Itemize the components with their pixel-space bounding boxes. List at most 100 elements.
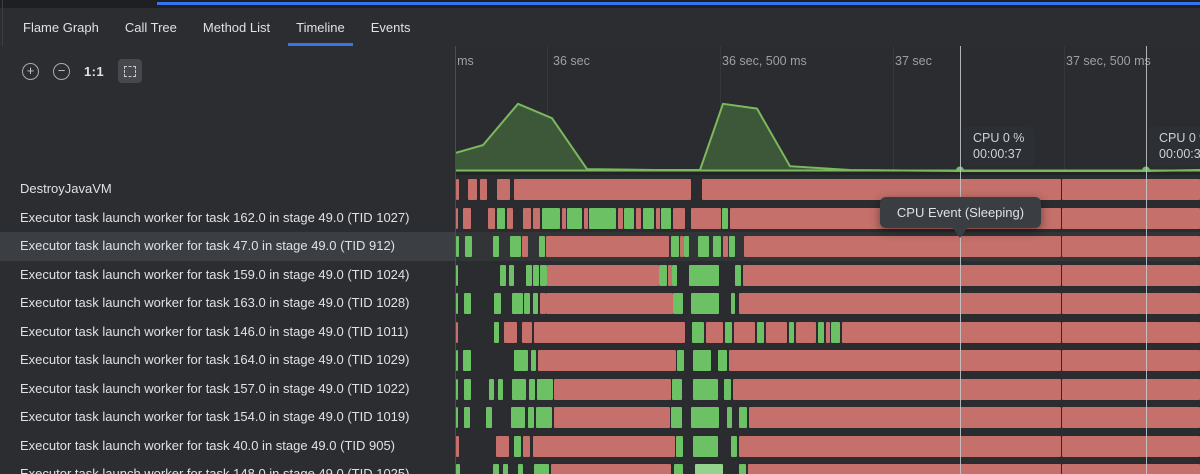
event-segment[interactable] <box>693 350 711 371</box>
event-segment[interactable] <box>514 179 691 200</box>
event-segment[interactable] <box>723 236 728 257</box>
event-segment[interactable] <box>818 322 824 343</box>
timeline-panel[interactable]: CPU Event (Sleeping) 35 sec, 500 ms36 se… <box>456 46 1200 474</box>
event-segment[interactable] <box>533 208 540 229</box>
event-segment[interactable] <box>497 208 505 229</box>
event-segment[interactable] <box>496 436 509 457</box>
event-segment[interactable] <box>540 265 547 286</box>
event-segment[interactable] <box>534 464 549 474</box>
zoom-in-button[interactable]: + <box>22 63 39 80</box>
event-segment[interactable] <box>706 322 723 343</box>
event-segment[interactable] <box>463 350 471 371</box>
event-segment[interactable] <box>456 436 459 457</box>
event-segment[interactable] <box>676 436 683 457</box>
event-segment[interactable] <box>489 379 494 400</box>
event-segment[interactable] <box>691 293 719 314</box>
thread-row-label[interactable]: Executor task launch worker for task 157… <box>0 375 455 404</box>
event-segment[interactable] <box>618 208 623 229</box>
event-segment[interactable] <box>522 322 532 343</box>
thread-row-label[interactable]: Executor task launch worker for task 159… <box>0 261 455 290</box>
event-segment[interactable] <box>743 265 1061 286</box>
event-segment[interactable] <box>589 208 616 229</box>
fit-to-window-button[interactable] <box>118 59 142 83</box>
thread-row-label[interactable]: Executor task launch worker for task 162… <box>0 204 455 233</box>
event-segment[interactable] <box>691 407 719 428</box>
event-segment[interactable] <box>562 208 566 229</box>
event-segment[interactable] <box>826 322 830 343</box>
event-segment[interactable] <box>659 265 667 286</box>
tab-call-tree[interactable]: Call Tree <box>112 8 190 46</box>
event-segment[interactable] <box>831 322 840 343</box>
event-segment[interactable] <box>488 208 495 229</box>
event-segment[interactable] <box>789 322 794 343</box>
tab-events[interactable]: Events <box>358 8 424 46</box>
event-segment[interactable] <box>757 322 764 343</box>
event-segment[interactable] <box>509 265 514 286</box>
event-segment[interactable] <box>536 407 552 428</box>
event-segment[interactable] <box>692 322 704 343</box>
event-segment[interactable] <box>1062 322 1200 343</box>
event-segment[interactable] <box>689 265 719 286</box>
event-segment[interactable] <box>546 236 669 257</box>
event-segment[interactable] <box>554 379 671 400</box>
event-segment[interactable] <box>522 236 528 257</box>
event-segment[interactable] <box>672 265 677 286</box>
event-segment[interactable] <box>1062 436 1200 457</box>
event-segment[interactable] <box>1062 293 1200 314</box>
event-segment[interactable] <box>674 464 683 474</box>
event-segment[interactable] <box>1062 407 1200 428</box>
thread-row-label[interactable]: Executor task launch worker for task 154… <box>0 403 455 432</box>
event-segment[interactable] <box>539 236 545 257</box>
event-segment[interactable] <box>465 236 472 257</box>
event-segment[interactable] <box>677 350 684 371</box>
event-segment[interactable] <box>523 436 530 457</box>
thread-row-label[interactable]: Executor task launch worker for task 163… <box>0 289 455 318</box>
event-segment[interactable] <box>673 293 683 314</box>
event-segment[interactable] <box>739 436 1061 457</box>
event-segment[interactable] <box>734 322 755 343</box>
event-segment[interactable] <box>533 293 538 314</box>
event-segment[interactable] <box>1062 379 1200 400</box>
event-segment[interactable] <box>796 322 816 343</box>
event-segment[interactable] <box>567 208 582 229</box>
event-segment[interactable] <box>498 379 503 400</box>
event-segment[interactable] <box>486 407 492 428</box>
event-segment[interactable] <box>731 293 735 314</box>
event-segment[interactable] <box>528 407 534 428</box>
event-segment[interactable] <box>514 350 528 371</box>
event-segment[interactable] <box>464 379 471 400</box>
event-segment[interactable] <box>656 208 660 229</box>
thread-row-label[interactable]: Executor task launch worker for task 164… <box>0 346 455 375</box>
event-segment[interactable] <box>542 208 560 229</box>
event-segment[interactable] <box>766 322 787 343</box>
event-segment[interactable] <box>529 379 535 400</box>
event-segment[interactable] <box>636 208 641 229</box>
event-segment[interactable] <box>693 379 718 400</box>
event-segment[interactable] <box>518 464 523 474</box>
event-segment[interactable] <box>1062 464 1200 474</box>
event-segment[interactable] <box>624 208 634 229</box>
event-segment[interactable] <box>507 208 513 229</box>
event-segment[interactable] <box>546 293 673 314</box>
event-segment[interactable] <box>468 179 477 200</box>
event-segment[interactable] <box>584 208 588 229</box>
event-segment[interactable] <box>493 464 499 474</box>
event-segment[interactable] <box>698 236 709 257</box>
event-segment[interactable] <box>456 208 458 229</box>
event-segment[interactable] <box>456 293 458 314</box>
event-segment[interactable] <box>463 208 471 229</box>
thread-row-label[interactable]: Executor task launch worker for task 40.… <box>0 432 455 461</box>
event-segment[interactable] <box>494 322 499 343</box>
tab-timeline[interactable]: Timeline <box>283 8 358 46</box>
tab-method-list[interactable]: Method List <box>190 8 283 46</box>
event-segment[interactable] <box>511 407 525 428</box>
zoom-ratio-button[interactable]: 1:1 <box>84 64 104 79</box>
event-segment[interactable] <box>456 265 458 286</box>
event-segment[interactable] <box>547 265 659 286</box>
event-segment[interactable] <box>671 236 679 257</box>
event-segment[interactable] <box>842 322 1061 343</box>
event-segment[interactable] <box>727 407 732 428</box>
event-segment[interactable] <box>456 350 458 371</box>
event-segment[interactable] <box>538 350 676 371</box>
event-segment[interactable] <box>456 379 458 400</box>
